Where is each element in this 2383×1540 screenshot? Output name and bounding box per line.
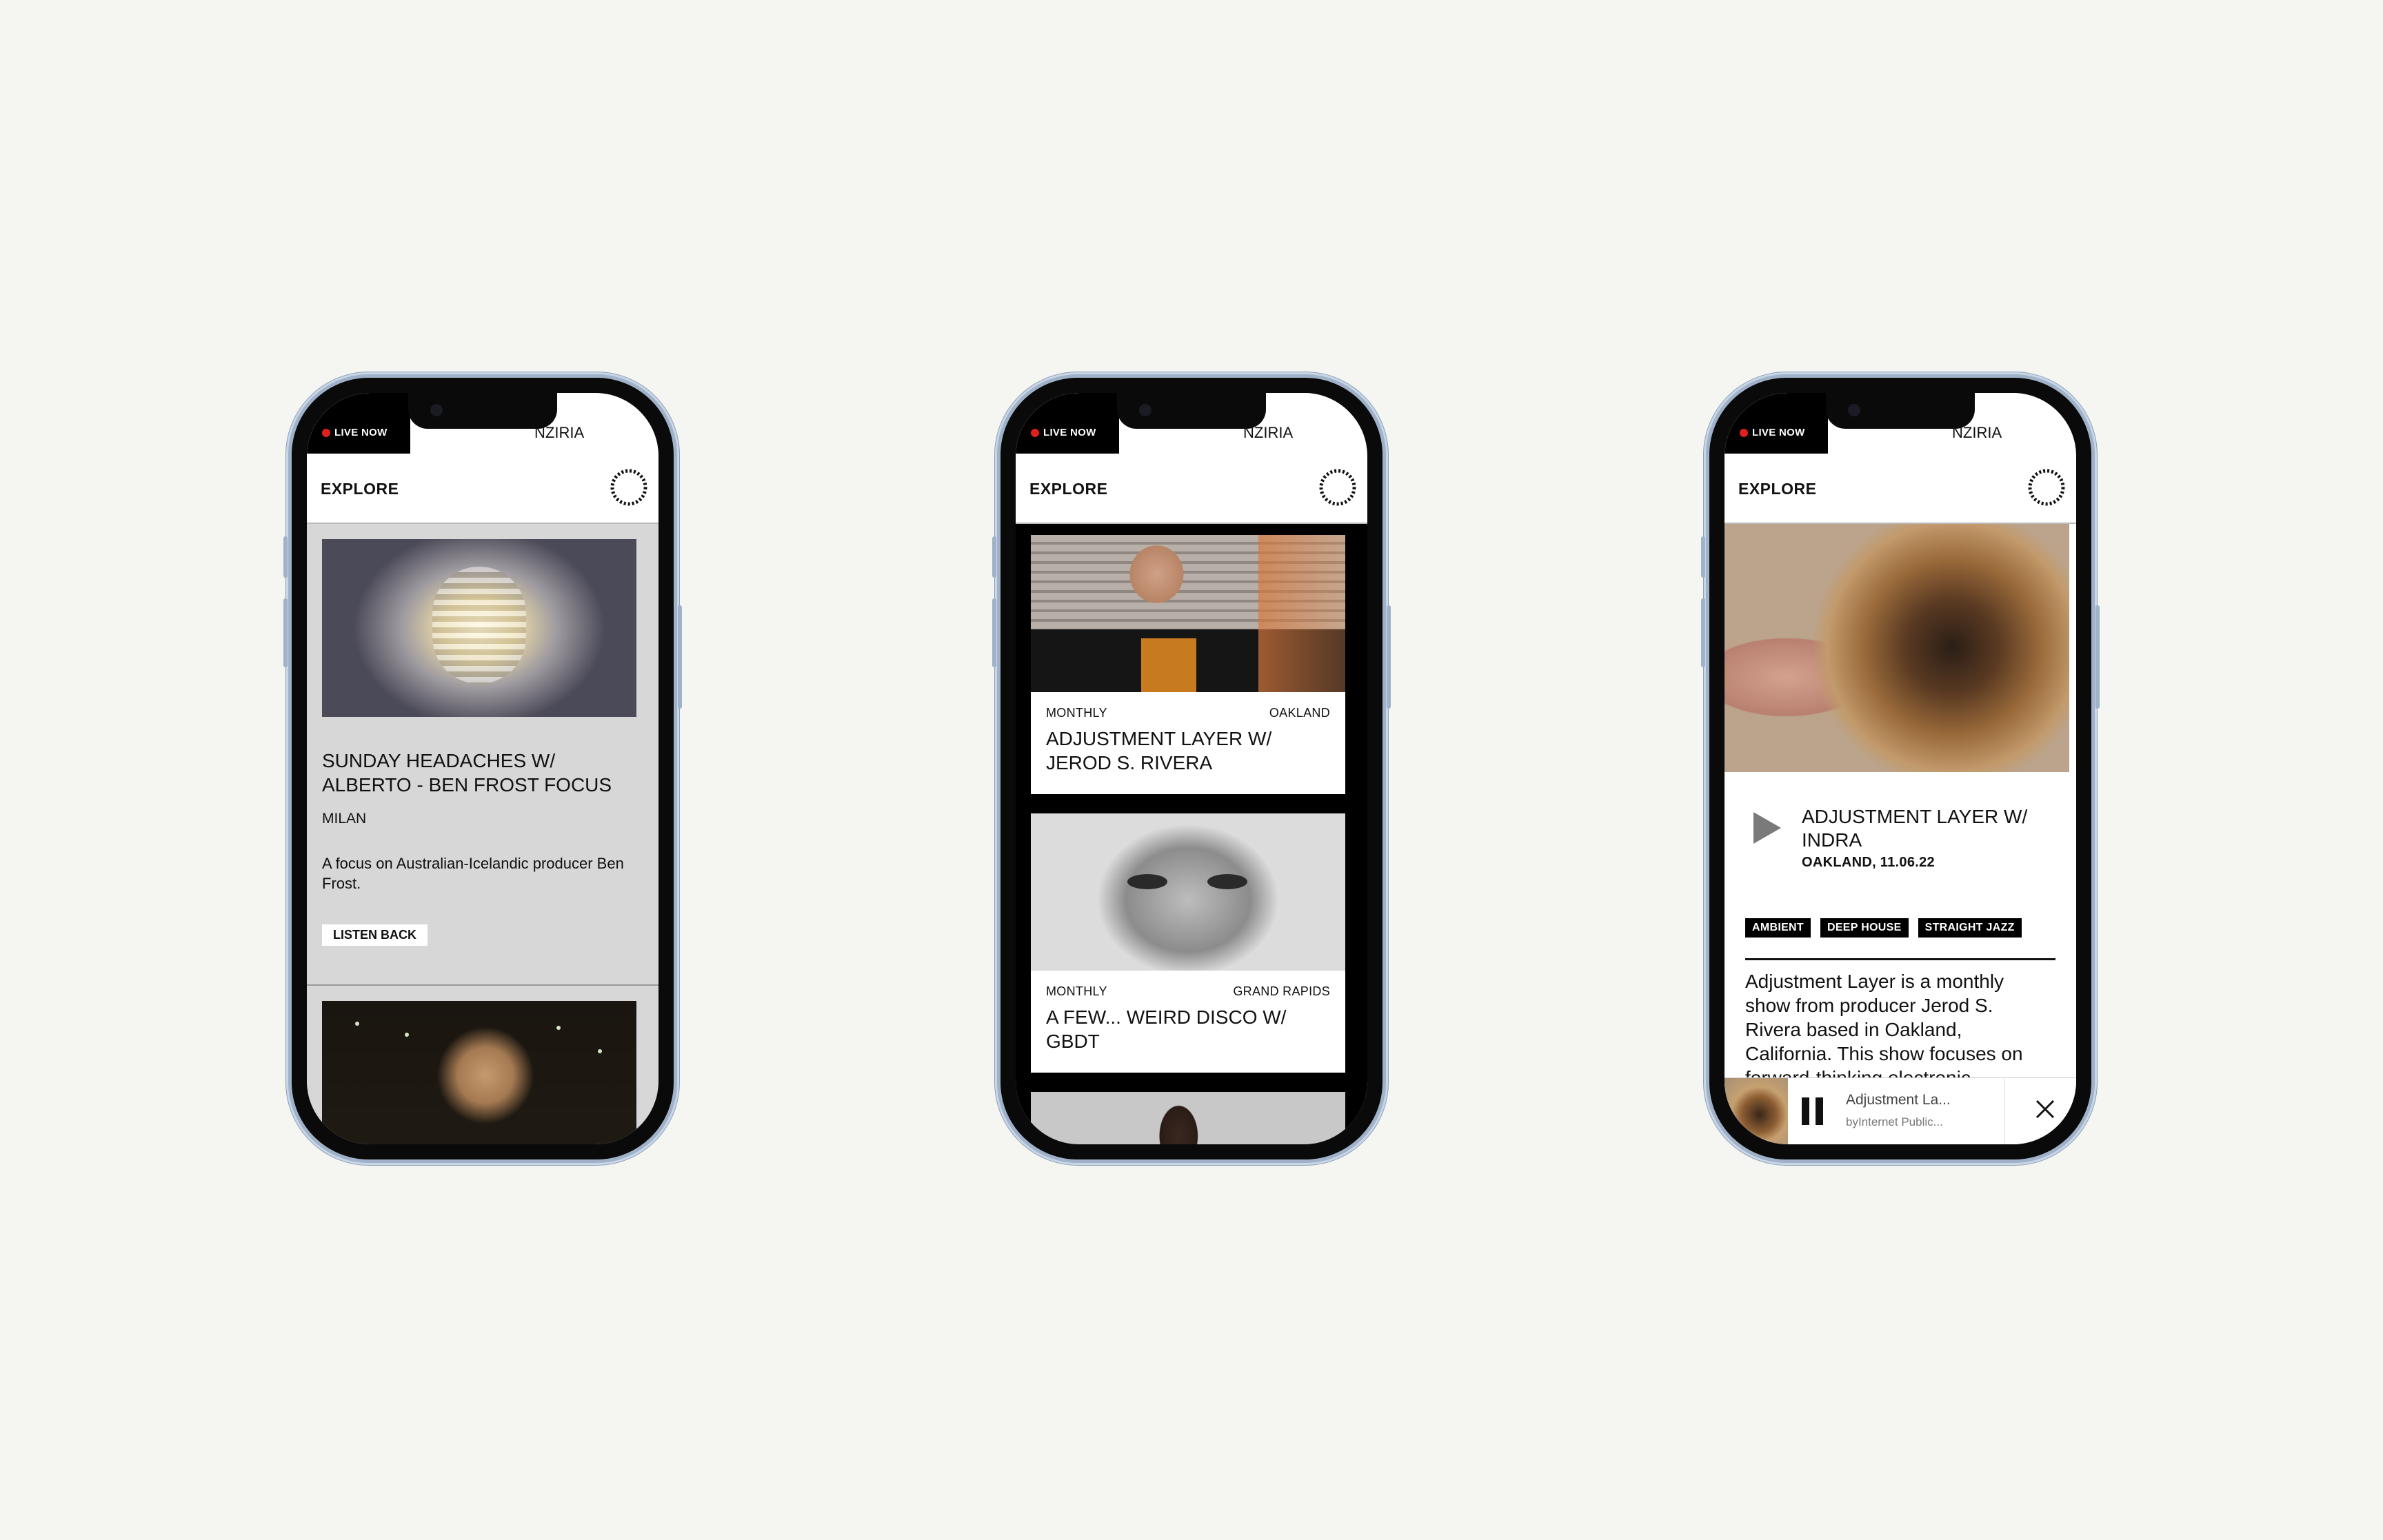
pause-icon[interactable] [1802, 1097, 1824, 1125]
explore-feed: MONTHLY OAKLAND ADJUSTMENT LAYER W/ JERO… [1016, 523, 1367, 1144]
explore-feed: SUNDAY HEADACHES W/ ALBERTO - BEN FROST … [307, 523, 658, 1144]
player-track-artist: byInternet Public... [1846, 1115, 1943, 1128]
phone-mockup-3: LIVE NOW NZIRIA EXPLORE ADJUSTMENT LAYER… [1701, 378, 2100, 1159]
phone-mockup-1: LIVE NOW NZIRIA EXPLORE SUNDAY HEADACHES… [283, 378, 682, 1159]
player-thumbnail[interactable] [1725, 1078, 1788, 1144]
show-title: ADJUSTMENT LAYER W/ INDRA [1802, 806, 2028, 851]
live-dot-icon [1740, 429, 1748, 437]
live-now-badge[interactable]: LIVE NOW [1016, 393, 1119, 454]
divider [1745, 958, 2055, 960]
page-title: EXPLORE [1738, 480, 1817, 498]
genre-tag[interactable]: STRAIGHT JAZZ [1918, 918, 2022, 938]
mute-switch [1701, 536, 1705, 578]
app-header: EXPLORE [1016, 454, 1367, 524]
mute-switch [992, 536, 996, 578]
genre-tag[interactable]: AMBIENT [1745, 918, 1811, 938]
page-title: EXPLORE [1029, 480, 1108, 498]
live-now-badge[interactable]: LIVE NOW [1725, 393, 1828, 454]
app-header: EXPLORE [307, 454, 658, 524]
radio-logo-icon[interactable] [609, 467, 649, 507]
show-image-rose [1725, 523, 2069, 772]
phone-notch [408, 393, 557, 429]
player-divider [2004, 1078, 2005, 1144]
show-image-third[interactable] [1031, 1092, 1345, 1144]
play-icon[interactable] [1752, 811, 1782, 845]
show-title[interactable]: ADJUSTMENT LAYER W/ JEROD S. RIVERA [1046, 727, 1322, 775]
phone-screen: LIVE NOW NZIRIA EXPLORE ADJUSTMENT LAYER… [1725, 393, 2076, 1144]
app-header: EXPLORE [1725, 454, 2076, 524]
live-now-label: LIVE NOW [1752, 427, 1805, 438]
page-title: EXPLORE [321, 480, 399, 498]
volume-up-button [992, 598, 996, 667]
show-title[interactable]: A FEW... WEIRD DISCO W/ GBDT [1046, 1005, 1322, 1053]
close-icon[interactable] [2035, 1099, 2055, 1119]
show-card[interactable]: MONTHLY GRAND RAPIDS A FEW... WEIRD DISC… [1031, 813, 1345, 1073]
show-location: GRAND RAPIDS [1233, 984, 1330, 998]
live-now-label: LIVE NOW [1043, 427, 1096, 438]
power-button [1387, 605, 1391, 709]
listen-back-button[interactable]: LISTEN BACK [322, 924, 428, 946]
phone-notch [1117, 393, 1266, 429]
phone-screen: LIVE NOW NZIRIA EXPLORE MONTHLY OAKLAND … [1016, 393, 1367, 1144]
show-description: A focus on Australian-Icelandic producer… [322, 855, 624, 892]
front-camera [430, 404, 443, 416]
live-now-badge[interactable]: LIVE NOW [307, 393, 410, 454]
player-track-title: Adjustment La... [1846, 1092, 1951, 1108]
show-location: OAKLAND [1269, 706, 1330, 720]
power-button [678, 605, 682, 709]
mute-switch [283, 536, 288, 578]
show-location-date: OAKLAND, 11.06.22 [1802, 855, 1935, 870]
show-card[interactable]: MONTHLY OAKLAND ADJUSTMENT LAYER W/ JERO… [1031, 535, 1345, 794]
show-detail: ADJUSTMENT LAYER W/ INDRA OAKLAND, 11.06… [1725, 523, 2076, 1144]
show-image-lamp[interactable] [322, 539, 636, 717]
show-image-face[interactable] [1031, 813, 1345, 971]
phone-notch [1826, 393, 1975, 429]
live-dot-icon [1031, 429, 1039, 437]
mini-player[interactable]: Adjustment La... byInternet Public... [1725, 1077, 2076, 1144]
volume-up-button [283, 598, 288, 667]
power-button [2095, 605, 2100, 709]
live-dot-icon [322, 429, 330, 437]
radio-logo-icon[interactable] [2027, 467, 2067, 507]
show-location: MILAN [322, 811, 367, 827]
volume-up-button [1701, 598, 1705, 667]
featured-show-card[interactable]: SUNDAY HEADACHES W/ ALBERTO - BEN FROST … [307, 523, 658, 986]
show-frequency: MONTHLY [1046, 706, 1107, 720]
front-camera [1848, 404, 1860, 416]
genre-tags: AMBIENT DEEP HOUSE STRAIGHT JAZZ [1745, 918, 2031, 938]
phone-screen: LIVE NOW NZIRIA EXPLORE SUNDAY HEADACHES… [307, 393, 658, 1144]
radio-logo-icon[interactable] [1318, 467, 1358, 507]
genre-tag[interactable]: DEEP HOUSE [1820, 918, 1909, 938]
show-frequency: MONTHLY [1046, 984, 1107, 998]
live-now-label: LIVE NOW [334, 427, 388, 438]
show-title[interactable]: SUNDAY HEADACHES W/ ALBERTO - BEN FROST … [322, 749, 639, 797]
front-camera [1139, 404, 1152, 416]
show-description: Adjustment Layer is a monthly show from … [1745, 971, 2023, 1088]
show-image-portrait[interactable] [322, 1001, 636, 1144]
show-image-man[interactable] [1031, 535, 1345, 692]
phone-mockup-2: LIVE NOW NZIRIA EXPLORE MONTHLY OAKLAND … [992, 378, 1391, 1159]
